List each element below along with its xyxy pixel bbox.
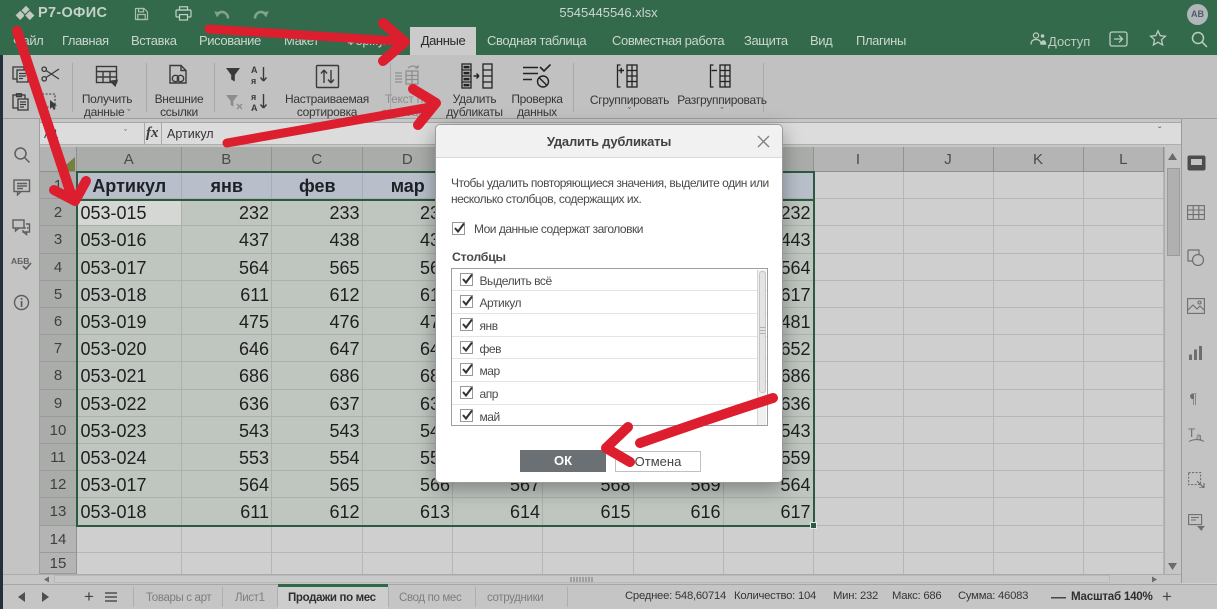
svg-text:А: А — [251, 103, 258, 113]
svg-text:T: T — [1188, 426, 1196, 440]
svg-text:a: a — [1196, 432, 1202, 443]
svg-text:А: А — [251, 65, 258, 75]
svg-text:¶: ¶ — [1190, 391, 1197, 406]
svg-text:я: я — [251, 92, 256, 102]
svg-text:я: я — [251, 76, 256, 86]
svg-text:АБВ: АБВ — [11, 256, 29, 266]
